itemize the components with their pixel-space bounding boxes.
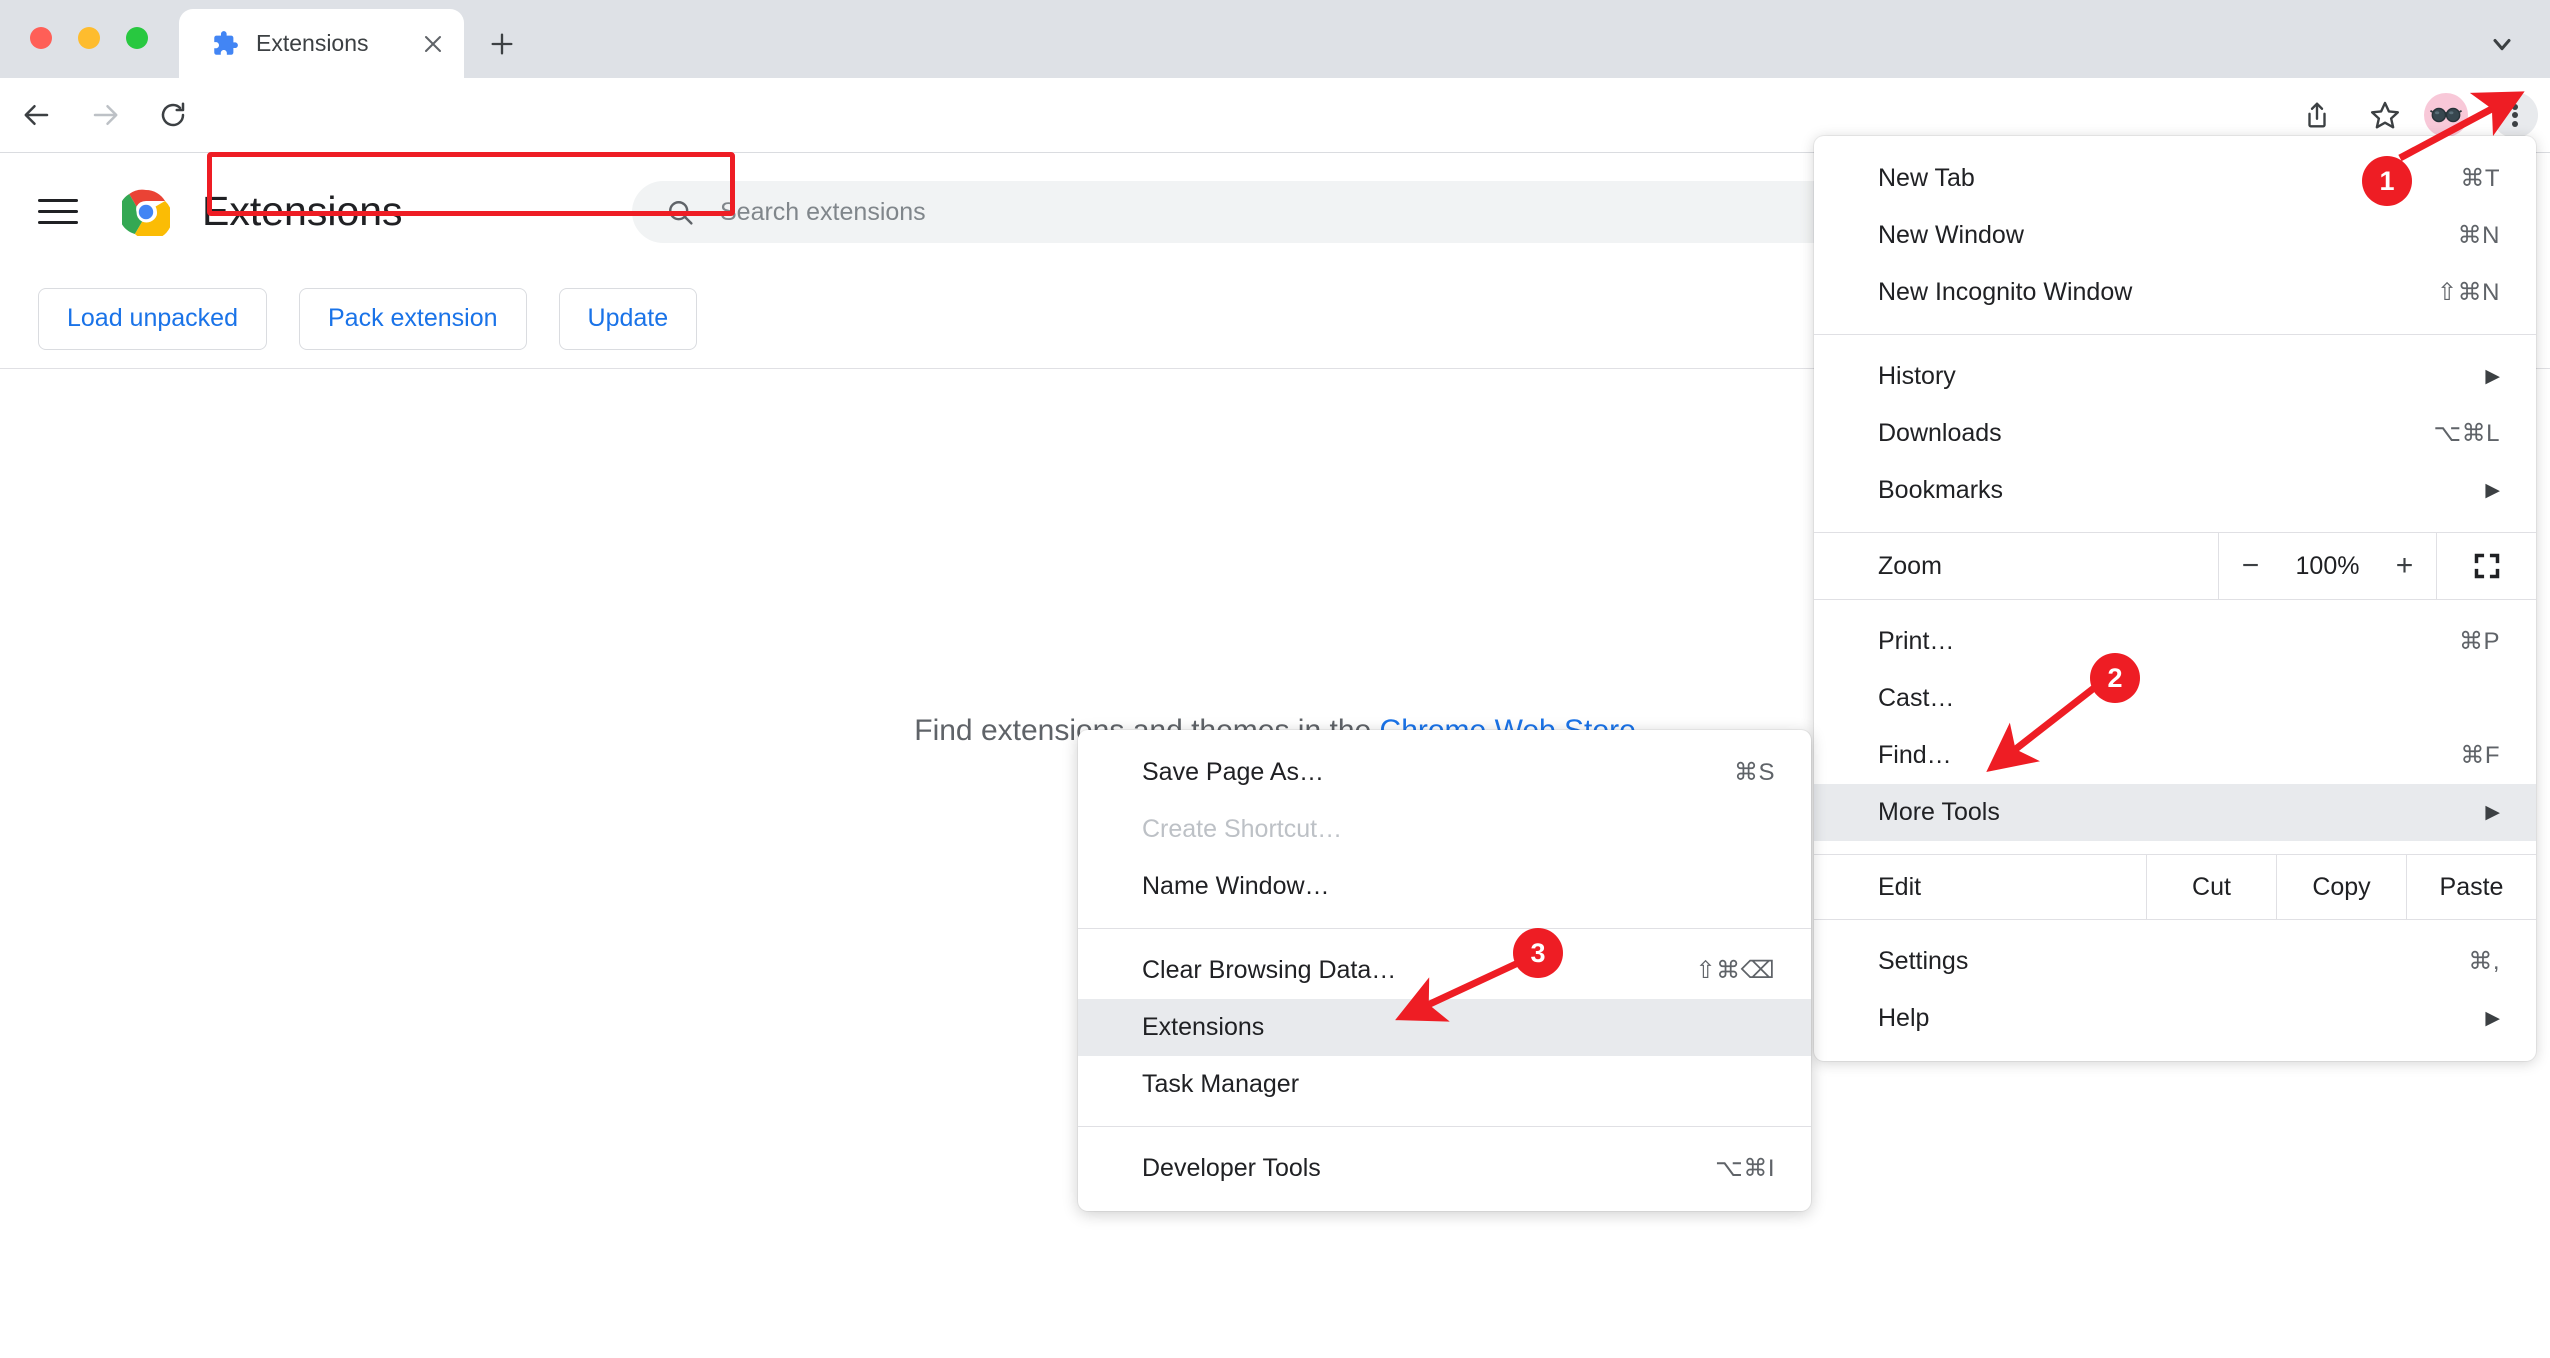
copy-button[interactable]: Copy: [2276, 855, 2406, 919]
more-tools-submenu: Save Page As… ⌘S Create Shortcut… Name W…: [1078, 730, 1811, 1211]
menu-item-history[interactable]: History ▶: [1814, 348, 2536, 405]
menu-item-label: More Tools: [1878, 798, 2000, 826]
menu-item-label: New Incognito Window: [1878, 278, 2133, 306]
annotation-badge-3: 3: [1513, 928, 1563, 978]
cut-button[interactable]: Cut: [2146, 855, 2276, 919]
menu-item-bookmarks[interactable]: Bookmarks ▶: [1814, 462, 2536, 519]
menu-item-label: History: [1878, 362, 1956, 390]
menu-item-accelerator: ⌘N: [2457, 222, 2500, 249]
new-tab-button[interactable]: [480, 22, 524, 66]
arrow-left-icon[interactable]: [14, 92, 60, 138]
window-maximize-button[interactable]: [126, 27, 148, 49]
submenu-item-clear-browsing-data[interactable]: Clear Browsing Data… ⇧⌘⌫: [1078, 942, 1811, 999]
menu-item-accelerator: ⇧⌘N: [2437, 279, 2500, 306]
menu-item-print[interactable]: Print… ⌘P: [1814, 613, 2536, 670]
submenu-item-task-manager[interactable]: Task Manager: [1078, 1056, 1811, 1113]
reload-icon[interactable]: [150, 92, 196, 138]
omnibox-highlight-box: [207, 152, 735, 216]
submenu-item-extensions[interactable]: Extensions: [1078, 999, 1811, 1056]
tab-title: Extensions: [256, 30, 369, 56]
menu-item-new-incognito-window[interactable]: New Incognito Window ⇧⌘N: [1814, 264, 2536, 321]
menu-item-label: Name Window…: [1142, 872, 1330, 900]
star-icon[interactable]: [2362, 92, 2408, 138]
menu-separator: [1078, 928, 1811, 929]
menu-item-accelerator: ⇧⌘⌫: [1695, 957, 1775, 984]
hamburger-menu-icon[interactable]: [38, 189, 84, 235]
menu-item-label: Print…: [1878, 627, 1955, 655]
menu-item-downloads[interactable]: Downloads ⌥⌘L: [1814, 405, 2536, 462]
annotation-badge-2: 2: [2090, 653, 2140, 703]
chrome-logo-icon: [118, 188, 173, 240]
paste-button[interactable]: Paste: [2406, 855, 2536, 919]
window-close-button[interactable]: [30, 27, 52, 49]
menu-separator: [1078, 1126, 1811, 1127]
menu-item-accelerator: ⌘T: [2460, 165, 2500, 192]
menu-item-accelerator: ⌥⌘L: [2433, 420, 2500, 447]
zoom-controls: − 100% +: [2218, 533, 2436, 599]
menu-item-accelerator: ⌘P: [2458, 628, 2500, 655]
menu-item-accelerator: ⌥⌘I: [1715, 1155, 1775, 1182]
menu-item-label: New Window: [1878, 221, 2024, 249]
window-traffic-lights: [30, 27, 148, 49]
menu-item-accelerator: ⌘F: [2460, 742, 2500, 769]
load-unpacked-button[interactable]: Load unpacked: [38, 287, 267, 350]
kebab-menu-icon[interactable]: [2492, 92, 2538, 138]
puzzle-piece-icon: [212, 30, 239, 57]
menu-item-label: Extensions: [1142, 1013, 1265, 1041]
submenu-item-create-shortcut: Create Shortcut…: [1078, 801, 1811, 858]
menu-edit-row: Edit Cut Copy Paste: [1814, 854, 2536, 920]
chevron-down-icon[interactable]: [2480, 22, 2524, 66]
menu-item-new-window[interactable]: New Window ⌘N: [1814, 207, 2536, 264]
zoom-out-button[interactable]: −: [2236, 549, 2266, 583]
menu-item-label: Bookmarks: [1878, 476, 2004, 504]
submenu-item-developer-tools[interactable]: Developer Tools ⌥⌘I: [1078, 1140, 1811, 1197]
menu-item-new-tab[interactable]: New Tab ⌘T: [1814, 150, 2536, 207]
annotation-badge-1: 1: [2362, 156, 2412, 206]
menu-item-label: Find…: [1878, 741, 1952, 769]
tab-strip: Extensions: [0, 0, 2550, 78]
menu-item-label: Save Page As…: [1142, 758, 1325, 786]
close-icon[interactable]: [418, 29, 448, 59]
chevron-right-icon: ▶: [2485, 480, 2500, 501]
menu-item-label: Downloads: [1878, 419, 2002, 447]
zoom-in-button[interactable]: +: [2389, 549, 2419, 583]
menu-item-settings[interactable]: Settings ⌘,: [1814, 933, 2536, 990]
menu-item-label: Help: [1878, 1004, 1930, 1032]
arrow-right-icon[interactable]: [82, 92, 128, 138]
fullscreen-icon[interactable]: [2436, 533, 2536, 599]
browser-tab-extensions[interactable]: Extensions: [179, 9, 464, 78]
menu-item-more-tools[interactable]: More Tools ▶: [1814, 784, 2536, 841]
menu-item-label: Cast…: [1878, 684, 1955, 712]
share-icon[interactable]: [2294, 92, 2340, 138]
menu-item-accelerator: ⌘,: [2468, 948, 2500, 975]
menu-separator: [1814, 334, 2536, 335]
sunglasses-avatar-icon[interactable]: [2424, 93, 2468, 137]
menu-item-accelerator: ⌘S: [1733, 759, 1775, 786]
zoom-label: Zoom: [1878, 551, 1942, 580]
zoom-level-value: 100%: [2295, 551, 2360, 580]
menu-zoom-row: Zoom − 100% +: [1814, 532, 2536, 600]
menu-item-label: Developer Tools: [1142, 1154, 1321, 1182]
window-minimize-button[interactable]: [78, 27, 100, 49]
pack-extension-button[interactable]: Pack extension: [298, 287, 527, 350]
menu-item-label: Clear Browsing Data…: [1142, 956, 1397, 984]
menu-item-find[interactable]: Find… ⌘F: [1814, 727, 2536, 784]
chevron-right-icon: ▶: [2485, 802, 2500, 823]
menu-item-help[interactable]: Help ▶: [1814, 990, 2536, 1047]
submenu-item-name-window[interactable]: Name Window…: [1078, 858, 1811, 915]
menu-item-label: Create Shortcut…: [1142, 815, 1343, 843]
update-button[interactable]: Update: [558, 287, 698, 350]
chrome-main-menu: New Tab ⌘T New Window ⌘N New Incognito W…: [1814, 136, 2536, 1061]
menu-item-label: Task Manager: [1142, 1070, 1300, 1098]
menu-item-label: Settings: [1878, 947, 1969, 975]
chevron-right-icon: ▶: [2485, 366, 2500, 387]
chevron-right-icon: ▶: [2485, 1008, 2500, 1029]
menu-item-cast[interactable]: Cast…: [1814, 670, 2536, 727]
edit-label: Edit: [1878, 872, 1922, 901]
submenu-item-save-page-as[interactable]: Save Page As… ⌘S: [1078, 744, 1811, 801]
